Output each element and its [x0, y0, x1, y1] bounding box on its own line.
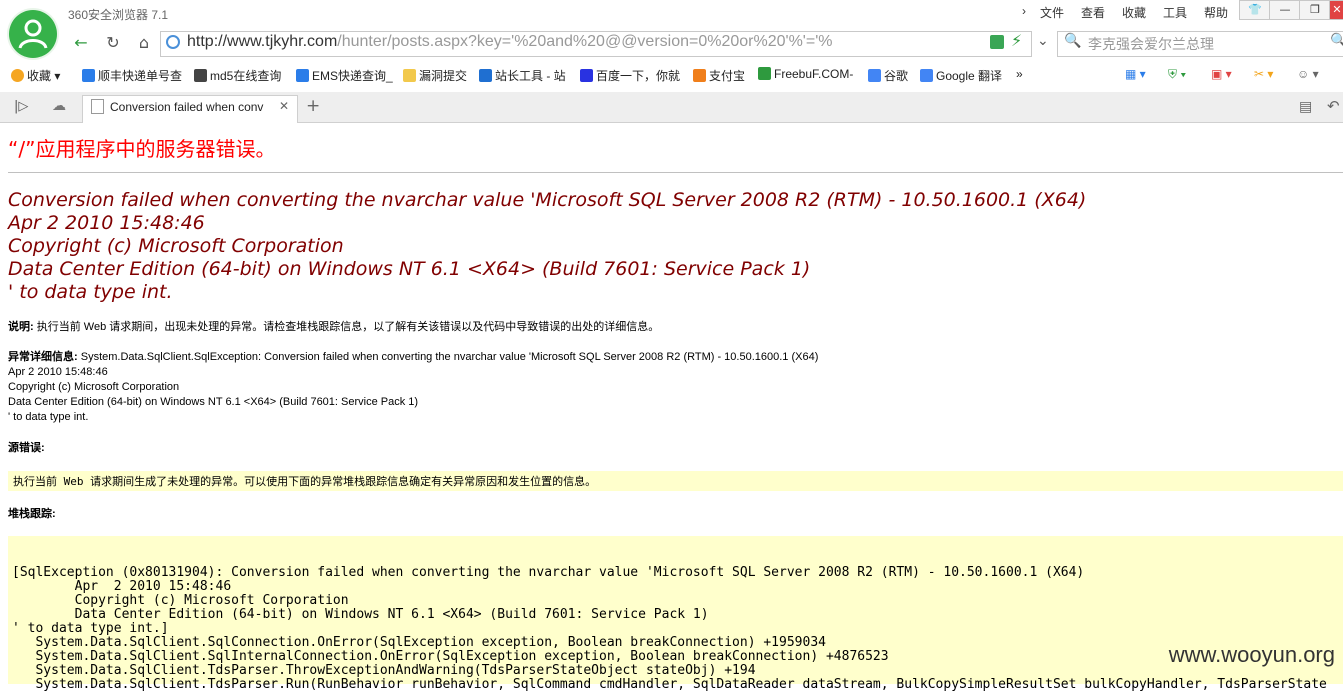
url-host: http://www.tjkyhr.com: [187, 33, 338, 50]
star-icon: [11, 69, 24, 82]
error-message: Conversion failed when converting the nv…: [8, 189, 1087, 303]
home-icon[interactable]: ⌂: [131, 30, 157, 56]
url-path: /hunter/posts.aspx?key='%20and%20@@versi…: [337, 33, 833, 50]
menu-arrow-icon[interactable]: ›: [1022, 4, 1026, 18]
url-dropdown-icon[interactable]: ⌄: [1037, 33, 1049, 49]
alipay-icon: [693, 69, 706, 82]
qr-code-icon[interactable]: [990, 35, 1004, 49]
folder-icon: [403, 69, 416, 82]
close-icon[interactable]: ✕: [1329, 0, 1343, 20]
bookmark-item[interactable]: 漏洞提交: [403, 67, 467, 84]
restore-icon[interactable]: ❐: [1299, 0, 1331, 20]
page-icon: [91, 99, 104, 114]
menu-view[interactable]: 查看: [1081, 4, 1105, 21]
apps-icon[interactable]: ▦ ▾: [1125, 67, 1146, 81]
skin-icon[interactable]: 👕: [1239, 0, 1271, 20]
reader-icon[interactable]: ▣ ▾: [1211, 67, 1232, 81]
minimize-icon[interactable]: —: [1269, 0, 1301, 20]
google-icon: [868, 69, 881, 82]
page-title: “/”应用程序中的服务器错误。: [8, 137, 276, 161]
bookmark-item[interactable]: FreebuF.COM-: [758, 67, 853, 81]
menu-help[interactable]: 帮助: [1204, 4, 1228, 21]
source-error-label: 源错误:: [8, 442, 45, 454]
bookmark-favorites[interactable]: 收藏 ▾: [11, 67, 60, 84]
bookmark-item[interactable]: 谷歌: [868, 67, 908, 84]
shield-icon[interactable]: ⛨ ▾: [1168, 67, 1186, 82]
app-title: 360安全浏览器 7.1: [68, 8, 169, 22]
undo-close-icon[interactable]: ↶: [1327, 97, 1340, 115]
refresh-icon[interactable]: ↻: [100, 30, 126, 56]
search-icon[interactable]: 🔍: [1330, 33, 1343, 49]
bookmark-item[interactable]: 百度一下，你就: [580, 67, 680, 84]
stack-trace-label: 堆栈跟踪:: [8, 508, 56, 520]
freebuf-icon: [758, 67, 771, 80]
menu-file[interactable]: 文件: [1040, 4, 1064, 21]
url-text[interactable]: http://www.tjkyhr.com/hunter/posts.aspx?…: [187, 33, 832, 51]
baidu-icon: [580, 69, 593, 82]
speed-mode-icon[interactable]: ⚡: [1011, 31, 1022, 50]
divider: [8, 172, 1343, 173]
cloud-icon[interactable]: ☁: [52, 98, 66, 114]
watermark: www.wooyun.org: [1168, 642, 1335, 667]
description: 说明: 执行当前 Web 请求期间，出现未处理的异常。请检查堆栈跟踪信息，以了解…: [8, 321, 660, 333]
bookmark-item[interactable]: Google 翻译: [920, 67, 1002, 84]
tab-label: Conversion failed when conv: [110, 100, 264, 114]
exception-details: 异常详细信息: System.Data.SqlClient.SqlExcepti…: [8, 351, 819, 423]
sidebar-toggle-icon[interactable]: |▷: [14, 99, 28, 114]
translate-icon: [920, 69, 933, 82]
stack-trace: [SqlException (0x80131904): Conversion f…: [12, 565, 1327, 692]
tab-close-icon[interactable]: ✕: [279, 99, 289, 113]
ie-icon: [296, 69, 309, 82]
chinaz-icon: [479, 69, 492, 82]
bookmarks-more-icon[interactable]: »: [1016, 67, 1023, 81]
bookmark-item[interactable]: 顺丰快递单号查: [82, 67, 182, 84]
search-input[interactable]: 李克强会爱尔兰总理: [1088, 34, 1214, 54]
bookmark-item[interactable]: md5在线查询: [194, 67, 281, 84]
search-engine-icon[interactable]: 🔍: [1064, 33, 1081, 49]
menu-favorites[interactable]: 收藏: [1122, 4, 1146, 21]
game-icon[interactable]: ☺ ▾: [1297, 67, 1319, 81]
site-security-icon: [166, 35, 180, 49]
bookmark-item[interactable]: 支付宝: [693, 67, 745, 84]
screenshot-icon[interactable]: ✂ ▾: [1254, 67, 1273, 81]
browser-logo-icon[interactable]: [9, 10, 57, 58]
source-error-text: 执行当前 Web 请求期间生成了未处理的异常。可以使用下面的异常堆栈跟踪信息确定…: [13, 475, 597, 488]
menu-tools[interactable]: 工具: [1163, 4, 1187, 21]
bookmark-item[interactable]: 站长工具 - 站: [479, 67, 566, 84]
new-tab-icon[interactable]: +: [306, 96, 320, 116]
bookmark-item[interactable]: EMS快递查询_: [296, 67, 393, 84]
back-icon[interactable]: ←: [68, 30, 94, 56]
grid-icon: [194, 69, 207, 82]
tab-list-icon[interactable]: ▤: [1299, 99, 1312, 115]
ie-icon: [82, 69, 95, 82]
